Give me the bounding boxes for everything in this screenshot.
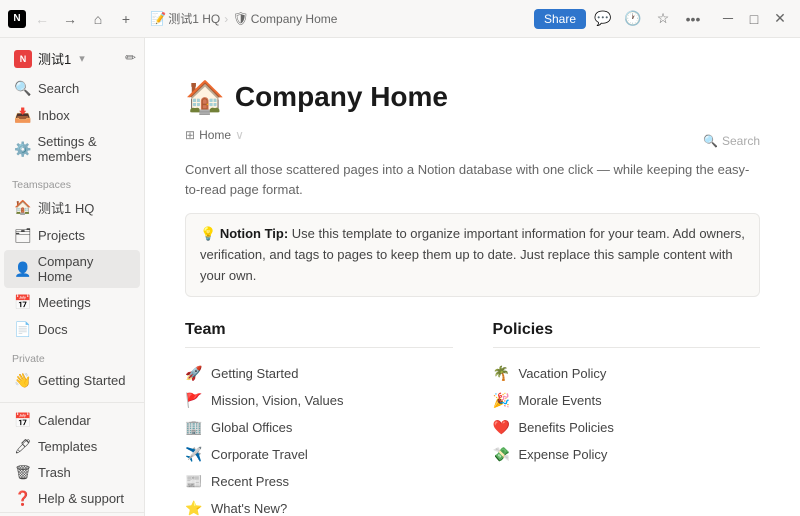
columns: Team 🚀 Getting Started 🚩 Mission, Vision… — [185, 321, 760, 516]
sidebar: N 测试1 ▾ ✏ 🔍 Search 📥 Inbox ⚙️ Settings &… — [0, 38, 145, 516]
sidebar-item-projects[interactable]: 🗂 Projects — [4, 223, 140, 248]
breadcrumb-workspace[interactable]: 📝 测试1 HQ — [150, 10, 220, 27]
history-button[interactable]: 🕐 — [620, 6, 646, 32]
list-item[interactable]: 📰 Recent Press — [185, 468, 453, 495]
workspace-icon: N — [14, 50, 32, 68]
team-hq-icon: 🏠 — [14, 199, 32, 216]
docs-icon: 📄 — [14, 321, 32, 338]
sidebar-bottom: ⬆ Upgrade plan — [0, 512, 144, 516]
favorite-button[interactable]: ☆ — [650, 6, 676, 32]
titlebar-left: N ← → ⌂ + 📝 测试1 HQ › 🛡 Company Home — [8, 7, 337, 31]
list-item[interactable]: ❤️ Benefits Policies — [493, 414, 761, 441]
main-layout: N 测试1 ▾ ✏ 🔍 Search 📥 Inbox ⚙️ Settings &… — [0, 38, 800, 516]
workspace-arrow: ▾ — [79, 52, 85, 65]
item-icon-4: 📰 — [185, 473, 203, 490]
home-breadcrumb-link[interactable]: Home — [199, 128, 231, 142]
policy-icon-2: ❤️ — [493, 419, 511, 436]
content-area: 🏠 Company Home ⊞ Home ∨ 🔍 Search Convert… — [145, 38, 800, 516]
content-search[interactable]: 🔍 Search — [703, 134, 760, 148]
calendar-icon: 📅 — [14, 412, 32, 429]
tip-icon: 💡 — [200, 226, 216, 241]
team-column: Team 🚀 Getting Started 🚩 Mission, Vision… — [185, 321, 453, 516]
page-emoji: 🏠 — [185, 78, 225, 116]
page-title: Company Home — [235, 81, 448, 113]
list-item[interactable]: 🎉 Morale Events — [493, 387, 761, 414]
settings-icon: ⚙️ — [14, 141, 31, 158]
add-page-button[interactable]: + — [114, 7, 138, 31]
tip-label: Notion Tip: — [220, 226, 288, 241]
forward-button[interactable]: → — [58, 7, 82, 31]
breadcrumb-item: 🛡 Company Home — [232, 11, 337, 27]
list-item[interactable]: ✈️ Corporate Travel — [185, 441, 453, 468]
help-icon: ❓ — [14, 490, 32, 507]
sidebar-item-company-home[interactable]: 👤 Company Home — [4, 250, 140, 288]
app-icon: N — [8, 10, 26, 28]
page-header: 🏠 Company Home — [185, 78, 760, 116]
share-button[interactable]: Share — [534, 9, 586, 29]
titlebar: N ← → ⌂ + 📝 测试1 HQ › 🛡 Company Home Shar… — [0, 0, 800, 38]
breadcrumb-chevron: ∨ — [235, 128, 244, 142]
teamspaces-label: Teamspaces — [0, 169, 144, 193]
list-item[interactable]: 💸 Expense Policy — [493, 441, 761, 468]
sidebar-item-getting-started[interactable]: 👋 Getting Started — [4, 368, 140, 393]
sidebar-item-meetings[interactable]: 📅 Meetings — [4, 290, 140, 315]
item-icon-3: ✈️ — [185, 446, 203, 463]
sidebar-item-settings[interactable]: ⚙️ Settings & members — [4, 130, 140, 168]
page-subtitle: Convert all those scattered pages into a… — [185, 160, 760, 199]
more-button[interactable]: ••• — [680, 6, 706, 32]
policies-header: Policies — [493, 321, 761, 348]
breadcrumb: 📝 测试1 HQ › 🛡 Company Home — [150, 10, 337, 27]
sidebar-item-trash[interactable]: 🗑 Trash — [4, 460, 140, 485]
list-item[interactable]: 🚀 Getting Started — [185, 360, 453, 387]
list-item[interactable]: ⭐ What's New? — [185, 495, 453, 516]
workspace-name: 测试1 — [38, 49, 71, 68]
policy-icon-1: 🎉 — [493, 392, 511, 409]
templates-icon: 🖊 — [14, 438, 32, 455]
search-icon-content: 🔍 — [703, 134, 718, 148]
titlebar-right: Share 💬 🕐 ☆ ••• － □ ✕ — [534, 6, 792, 32]
content-breadcrumb-row: ⊞ Home ∨ 🔍 Search — [185, 128, 760, 154]
search-icon: 🔍 — [14, 80, 32, 97]
sidebar-item-docs[interactable]: 📄 Docs — [4, 317, 140, 342]
new-page-icon[interactable]: ✏ — [125, 50, 136, 66]
meetings-icon: 📅 — [14, 294, 32, 311]
sidebar-item-team1-hq[interactable]: 🏠 测试1 HQ — [4, 194, 140, 221]
team-header: Team — [185, 321, 453, 348]
trash-icon: 🗑 — [14, 464, 32, 481]
inbox-icon: 📥 — [14, 107, 32, 124]
list-item[interactable]: 🏢 Global Offices — [185, 414, 453, 441]
policy-icon-0: 🌴 — [493, 365, 511, 382]
list-item[interactable]: 🚩 Mission, Vision, Values — [185, 387, 453, 414]
content-breadcrumb: ⊞ Home ∨ — [185, 128, 244, 142]
comment-button[interactable]: 💬 — [590, 6, 616, 32]
company-home-icon: 👤 — [14, 261, 32, 278]
home-button[interactable]: ⌂ — [86, 7, 110, 31]
maximize-button[interactable]: □ — [742, 7, 766, 31]
item-icon-2: 🏢 — [185, 419, 203, 436]
content-inner: 🏠 Company Home ⊞ Home ∨ 🔍 Search Convert… — [145, 38, 800, 516]
projects-icon: 🗂 — [14, 227, 32, 244]
sidebar-item-help[interactable]: ❓ Help & support — [4, 486, 140, 511]
private-label: Private — [0, 343, 144, 367]
sidebar-item-search[interactable]: 🔍 Search — [4, 76, 140, 101]
item-icon-1: 🚩 — [185, 392, 203, 409]
back-button[interactable]: ← — [30, 7, 54, 31]
workspace-selector[interactable]: N 测试1 ▾ — [4, 43, 140, 74]
sidebar-item-inbox[interactable]: 📥 Inbox — [4, 103, 140, 128]
sidebar-item-calendar[interactable]: 📅 Calendar — [4, 408, 140, 433]
close-button[interactable]: ✕ — [768, 7, 792, 31]
breadcrumb-separator: › — [224, 12, 228, 26]
policy-icon-3: 💸 — [493, 446, 511, 463]
getting-started-icon: 👋 — [14, 372, 32, 389]
item-icon-5: ⭐ — [185, 500, 203, 516]
policies-column: Policies 🌴 Vacation Policy 🎉 Morale Even… — [493, 321, 761, 516]
sidebar-item-templates[interactable]: 🖊 Templates — [4, 434, 140, 459]
item-icon-0: 🚀 — [185, 365, 203, 382]
minimize-button[interactable]: － — [716, 7, 740, 31]
tip-box: 💡 Notion Tip: Use this template to organ… — [185, 213, 760, 297]
window-controls: － □ ✕ — [716, 7, 792, 31]
list-item[interactable]: 🌴 Vacation Policy — [493, 360, 761, 387]
